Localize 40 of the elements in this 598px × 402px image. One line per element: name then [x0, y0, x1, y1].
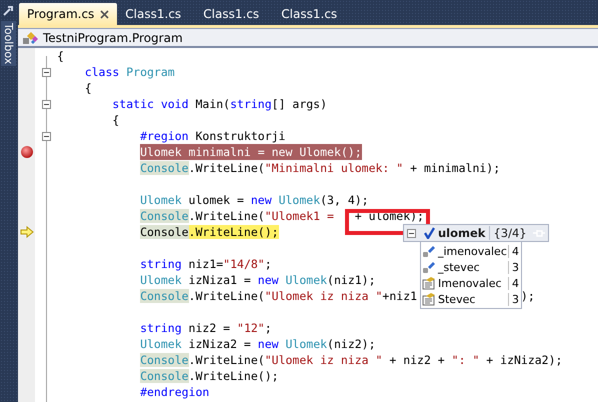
- field-icon: [422, 244, 436, 258]
- code-line: Console.WriteLine();: [140, 224, 279, 240]
- editor-tab[interactable]: Program.cs: [19, 3, 118, 25]
- code-line: Console.WriteLine();: [140, 368, 279, 384]
- tool-icon: [2, 4, 15, 17]
- code-line: #endregion: [140, 384, 210, 400]
- member-row[interactable]: Imenovalec 4: [421, 275, 519, 291]
- field-icon: [422, 260, 436, 274]
- close-icon[interactable]: [100, 10, 110, 18]
- check-icon: [424, 227, 435, 239]
- variable-name: ulomek: [438, 226, 490, 240]
- type-dropdown[interactable]: TestniProgram.Program: [43, 30, 183, 44]
- class-icon: [22, 30, 40, 46]
- toolbox-tab[interactable]: Toolbox: [1, 21, 16, 66]
- editor-tab[interactable]: Class1.cs: [195, 3, 274, 25]
- editor-tab[interactable]: Class1.cs: [273, 3, 352, 25]
- breakpoint-icon[interactable]: [20, 145, 34, 159]
- code-line: #region Konstruktorji: [140, 128, 286, 144]
- code-line: Ulomek izNiza2 = new Ulomek(niz2);: [140, 336, 376, 352]
- code-line: Console.WriteLine("Ulomek iz niza " + niz2 + ": " + izNiza2);: [140, 352, 562, 368]
- code-line: Ulomek izNiza1 = new Ulomek(niz1);: [140, 272, 376, 288]
- variable-value: {3/4}: [493, 226, 527, 240]
- code-line: Console.WriteLine("Minimalni ulomek: " + minimalni);: [140, 160, 500, 176]
- code-line: static void Main(string[] args): [112, 96, 328, 112]
- code-line: class Program: [84, 64, 175, 80]
- code-line: string niz2 = "12";: [140, 320, 272, 336]
- code-line: {: [112, 112, 120, 128]
- code-line: {: [57, 48, 64, 64]
- collapse-icon[interactable]: [42, 100, 50, 108]
- member-row[interactable]: _imenovalec 4: [421, 243, 519, 259]
- editor-tab[interactable]: Class1.cs: [117, 3, 196, 25]
- collapse-icon[interactable]: [42, 132, 50, 140]
- collapse-icon[interactable]: [407, 228, 416, 238]
- code-line: string niz1="14/8";: [140, 256, 272, 272]
- code-line: {: [84, 80, 92, 96]
- code-line: Console.WriteLine("Ulomek1 = + ulomek);: [140, 208, 424, 224]
- member-row[interactable]: Stevec 3: [421, 291, 519, 307]
- collapse-icon[interactable]: [42, 68, 50, 76]
- code-line: Ulomek ulomek = new Ulomek(3, 4);: [140, 192, 369, 208]
- member-row[interactable]: _stevec 3: [421, 259, 519, 275]
